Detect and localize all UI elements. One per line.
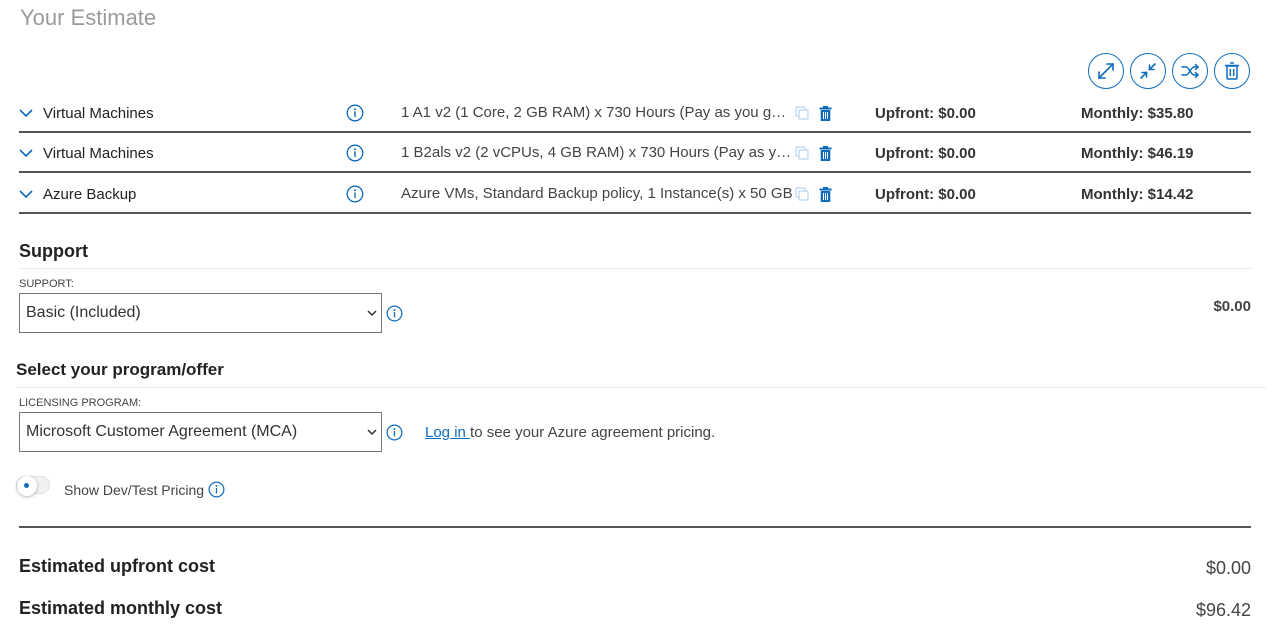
service-description: 1 B2als v2 (2 vCPUs, 4 GB RAM) x 730 Hou… bbox=[401, 144, 793, 161]
devtest-label-wrap: Show Dev/Test Pricing bbox=[64, 481, 225, 498]
support-heading: Support bbox=[19, 241, 88, 261]
devtest-toggle[interactable] bbox=[16, 476, 50, 496]
toggle-knob bbox=[17, 476, 37, 496]
program-heading: Select your program/offer bbox=[16, 360, 224, 379]
support-select[interactable]: Basic (Included) bbox=[19, 293, 382, 333]
monthly-cost: Monthly: $14.42 bbox=[1081, 185, 1194, 203]
upfront-cost: Upfront: $0.00 bbox=[875, 144, 976, 162]
chevron-down-icon[interactable] bbox=[19, 93, 33, 133]
trash-icon[interactable] bbox=[819, 133, 832, 173]
delete-all-button[interactable] bbox=[1214, 53, 1250, 89]
estimated-upfront-value: $0.00 bbox=[1205, 558, 1251, 578]
clone-icon[interactable] bbox=[795, 174, 809, 214]
divider bbox=[16, 387, 1266, 388]
estimated-monthly-label: Estimated monthly cost bbox=[19, 598, 223, 618]
page-title: Your Estimate bbox=[20, 5, 157, 30]
devtest-label: Show Dev/Test Pricing bbox=[64, 481, 205, 498]
trash-icon[interactable] bbox=[819, 93, 832, 133]
collapse-all-icon bbox=[1140, 63, 1156, 79]
licensing-program-select[interactable]: Microsoft Customer Agreement (MCA) bbox=[19, 412, 382, 452]
expand-all-icon bbox=[1098, 63, 1114, 79]
collapse-all-button[interactable] bbox=[1130, 53, 1166, 89]
toggle-dot bbox=[24, 483, 29, 488]
clone-icon[interactable] bbox=[795, 93, 809, 133]
estimate-row[interactable]: Virtual Machines 1 A1 v2 (1 Core, 2 GB R… bbox=[19, 93, 1251, 133]
trash-icon[interactable] bbox=[819, 174, 832, 214]
estimated-monthly-value: $96.42 bbox=[1195, 600, 1251, 620]
info-icon[interactable] bbox=[346, 133, 364, 173]
support-selected-value: Basic (Included) bbox=[26, 304, 141, 321]
divider bbox=[19, 268, 1251, 269]
login-prompt-text: to see your Azure agreement pricing. bbox=[470, 424, 716, 441]
service-name: Azure Backup bbox=[43, 185, 137, 203]
expand-all-button[interactable] bbox=[1088, 53, 1124, 89]
upfront-cost: Upfront: $0.00 bbox=[875, 185, 976, 203]
info-icon[interactable] bbox=[346, 174, 364, 214]
licensing-info-icon[interactable] bbox=[386, 424, 403, 441]
licensing-label: LICENSING PROGRAM: bbox=[19, 397, 142, 409]
devtest-info-icon[interactable] bbox=[208, 481, 225, 498]
support-price: $0.00 bbox=[1213, 298, 1251, 315]
estimate-row[interactable]: Virtual Machines 1 B2als v2 (2 vCPUs, 4 … bbox=[19, 133, 1251, 173]
clone-icon[interactable] bbox=[795, 133, 809, 173]
service-name: Virtual Machines bbox=[43, 104, 154, 122]
totals-divider bbox=[19, 526, 1251, 528]
monthly-cost: Monthly: $46.19 bbox=[1081, 144, 1194, 162]
chevron-down-icon[interactable] bbox=[19, 133, 33, 173]
service-description: Azure VMs, Standard Backup policy, 1 Ins… bbox=[401, 185, 793, 202]
service-description: 1 A1 v2 (1 Core, 2 GB RAM) x 730 Hours (… bbox=[401, 104, 793, 121]
support-label: SUPPORT: bbox=[19, 278, 74, 290]
estimate-row[interactable]: Azure Backup Azure VMs, Standard Backup … bbox=[19, 174, 1251, 214]
shuffle-button[interactable] bbox=[1172, 53, 1208, 89]
support-info-icon[interactable] bbox=[386, 305, 403, 322]
service-name: Virtual Machines bbox=[43, 144, 154, 162]
estimated-upfront-label: Estimated upfront cost bbox=[19, 556, 216, 576]
login-link[interactable]: Log in bbox=[425, 424, 470, 441]
info-icon[interactable] bbox=[346, 93, 364, 133]
shuffle-icon bbox=[1181, 63, 1200, 79]
chevron-down-icon[interactable] bbox=[19, 174, 33, 214]
estimate-toolbar bbox=[1088, 53, 1250, 89]
upfront-cost: Upfront: $0.00 bbox=[875, 104, 976, 122]
licensing-selected-value: Microsoft Customer Agreement (MCA) bbox=[26, 423, 298, 440]
delete-all-icon bbox=[1225, 62, 1239, 80]
login-prompt: Log in to see your Azure agreement prici… bbox=[425, 424, 715, 441]
monthly-cost: Monthly: $35.80 bbox=[1081, 104, 1194, 122]
chevron-down-icon bbox=[367, 306, 377, 325]
chevron-down-icon bbox=[367, 425, 377, 444]
